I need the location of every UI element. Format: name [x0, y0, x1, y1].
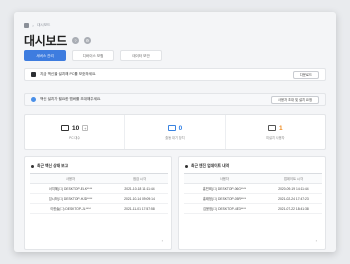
- engine-update-table: 사용자 업데이트 시각 홍민희(☐) DESKTOP-06G**** 2020-…: [184, 173, 322, 214]
- bullet-icon: [31, 165, 34, 168]
- cell-user: 홍태정(☐) DESKTOP-05R****: [184, 193, 265, 204]
- column-header: 사용자: [30, 173, 111, 184]
- engine-update-panel: 최근 엔진 업데이트 내역 사용자 업데이트 시각 홍민희(☐) DESKTOP…: [178, 156, 326, 250]
- table-row[interactable]: 홍태정(☐) DESKTOP-05R**** 2021-02-24 17:47:…: [184, 193, 322, 204]
- bullet-icon: [185, 165, 188, 168]
- stat-pending-devices[interactable]: 0 출동 대기 장치: [125, 115, 226, 149]
- cell-user: 홍민희(☐) DESKTOP-06G****: [184, 183, 265, 194]
- monitor-icon: [31, 72, 36, 77]
- table-row[interactable]: 김윤정(☐) DESKTOP-4E3**** 2021-07-22 18:41:…: [184, 203, 322, 214]
- cell-user: 이한솔(☐) DESKTOP-JL****: [30, 203, 111, 214]
- invite-notice-text: 백신 설치가 필요한 멤버를 초대해주세요.: [40, 97, 102, 101]
- panel-title: 최근 백신 상태 보고: [37, 164, 69, 168]
- stats-bar: 10 + PC 대수 0 출동 대기 장치 1 미설치 사용자: [24, 114, 326, 150]
- stat-value: 0: [178, 124, 183, 132]
- stat-value: 10: [72, 124, 80, 132]
- more-icon[interactable]: ›: [316, 238, 317, 243]
- tab-device-insurance[interactable]: 디바이스 보험: [72, 50, 114, 61]
- tab-bar: 서버스 관리 디바이스 보험 데이터 보안: [24, 50, 162, 61]
- cell-user: 김윤정(☐) DESKTOP-4E3****: [184, 203, 265, 214]
- settings-icon[interactable]: ⚙: [83, 37, 91, 44]
- install-notice-text: 지금 백신을 설치해 PC를 보호하세요.: [40, 72, 97, 76]
- help-icon[interactable]: ?: [71, 37, 79, 44]
- stat-pc-count[interactable]: 10 + PC 대수: [25, 115, 126, 149]
- info-icon: [31, 97, 36, 102]
- dashboard-window: > 대시보드 대시보드 ? ⚙ 서버스 관리 디바이스 보험 데이터 보안 지금…: [14, 12, 336, 252]
- stat-uninstalled-users[interactable]: 1 미설치 사용자: [226, 115, 325, 149]
- home-icon[interactable]: [24, 23, 29, 28]
- column-header: 사용자: [184, 173, 265, 184]
- vaccine-status-table: 사용자 점검 시각 서지혜(☐) DESKTOP-ELK**** 2021-10…: [30, 173, 168, 214]
- stat-label: PC 대수: [69, 135, 81, 140]
- title-row: 대시보드 ? ⚙: [24, 32, 91, 49]
- table-row[interactable]: 임시하(☐) DESKTOP-HJD**** 2021-10-14 09:09:…: [30, 193, 168, 204]
- table-row[interactable]: 홍민희(☐) DESKTOP-06G**** 2020-09-19 14:11:…: [184, 183, 322, 194]
- panel-title: 최근 엔진 업데이트 내역: [191, 164, 230, 168]
- breadcrumb-separator: >: [32, 23, 35, 28]
- download-button[interactable]: 다운로드: [292, 70, 319, 79]
- cell-time: 2021-07-22 18:41:38: [264, 203, 322, 214]
- column-header: 업데이트 시각: [264, 173, 322, 184]
- cell-user: 임시하(☐) DESKTOP-HJD****: [30, 193, 111, 204]
- install-notice: 지금 백신을 설치해 PC를 보호하세요. 다운로드: [24, 68, 326, 81]
- stat-label: 출동 대기 장치: [165, 135, 185, 140]
- add-pc-button[interactable]: +: [82, 125, 89, 131]
- cell-user: 서지혜(☐) DESKTOP-ELK****: [30, 183, 111, 194]
- table-row[interactable]: 서지혜(☐) DESKTOP-ELK**** 2021-10-18 11:11:…: [30, 183, 168, 194]
- stat-value: 1: [279, 124, 283, 132]
- page-title: 대시보드: [24, 34, 67, 48]
- cell-time: 2021-10-14 09:09:14: [110, 193, 168, 204]
- device-icon: [167, 125, 176, 131]
- more-icon[interactable]: ›: [162, 238, 163, 243]
- cell-time: 2021-10-18 11:11:44: [110, 183, 168, 194]
- breadcrumb-current: 대시보드: [37, 23, 51, 27]
- cell-time: 2021-11-01 17:57:58: [110, 203, 168, 214]
- stat-label: 미설치 사용자: [266, 135, 285, 140]
- table-row[interactable]: 이한솔(☐) DESKTOP-JL**** 2021-11-01 17:57:5…: [30, 203, 168, 214]
- pc-icon: [61, 125, 70, 131]
- invite-button[interactable]: 사용자 초대 및 설치 요청: [271, 95, 319, 104]
- laptop-icon: [268, 125, 276, 131]
- invite-notice: 백신 설치가 필요한 멤버를 초대해주세요. 사용자 초대 및 설치 요청: [24, 93, 326, 106]
- tab-data-security[interactable]: 데이터 보안: [120, 50, 162, 61]
- tab-service-management[interactable]: 서버스 관리: [24, 50, 66, 61]
- cell-time: 2020-09-19 14:11:44: [264, 183, 322, 194]
- column-header: 점검 시각: [110, 173, 168, 184]
- breadcrumb: > 대시보드: [24, 23, 50, 28]
- cell-time: 2021-02-24 17:47:23: [264, 193, 322, 204]
- vaccine-status-panel: 최근 백신 상태 보고 사용자 점검 시각 서지혜(☐) DESKTOP-ELK…: [24, 156, 172, 250]
